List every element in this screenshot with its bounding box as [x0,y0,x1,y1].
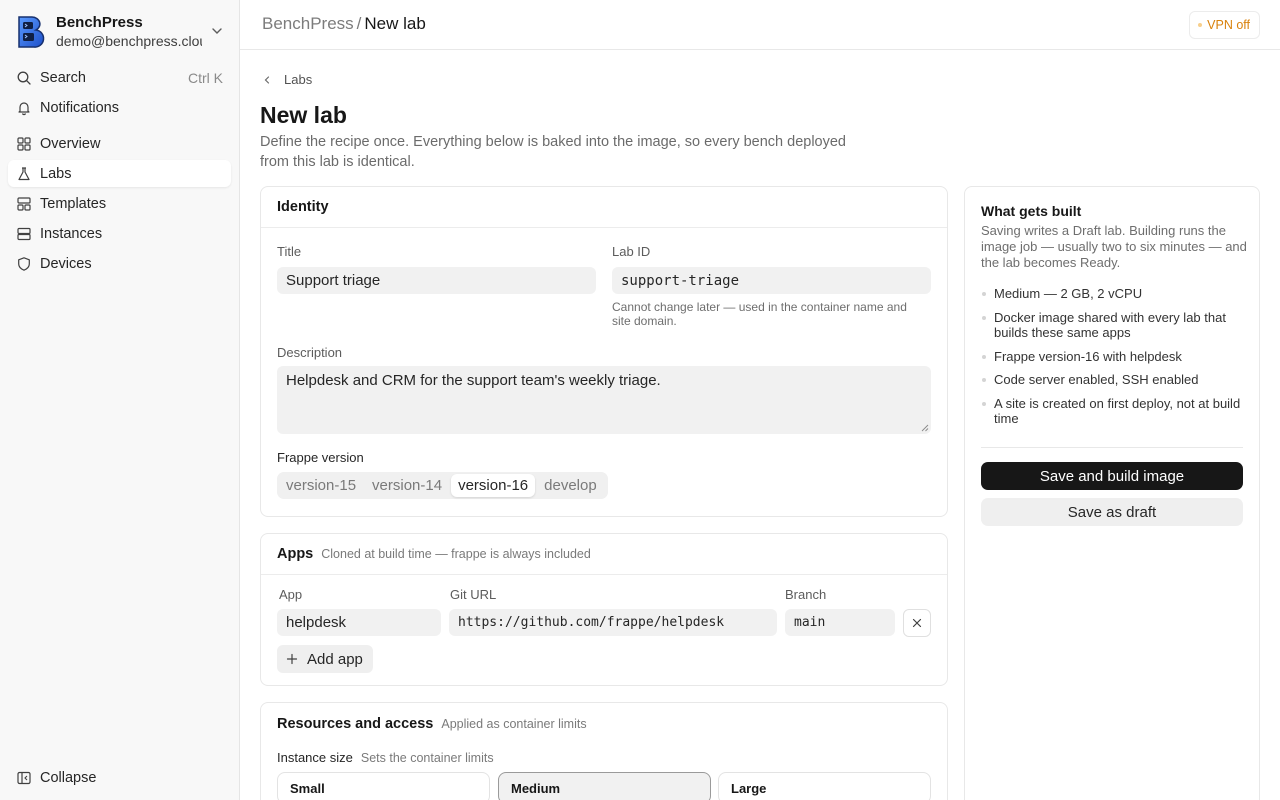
description-textarea[interactable]: Helpdesk and CRM for the support team's … [277,366,931,434]
remove-app-button[interactable] [903,609,931,637]
resources-card-header: Resources and access Applied as containe… [261,703,947,744]
title-field-label: Title [277,244,302,259]
page-description: Define the recipe once. Everything below… [260,134,846,170]
list-item: Medium — 2 GB, 2 vCPU [981,286,1247,302]
instance-size-label: Instance size [277,750,353,765]
frappe-version-option-15[interactable]: version-15 [279,474,363,497]
git-url-column-header: Git URL [450,587,497,602]
sidebar-item-devices[interactable]: Devices [8,250,231,277]
size-option-medium[interactable]: Medium [498,772,711,800]
add-app-button[interactable]: Add app [277,645,373,673]
instance-size-hint: Sets the container limits [360,751,494,765]
grid-icon [17,136,31,151]
templates-icon [17,196,31,211]
sidebar-item-label: Instances [40,225,103,242]
identity-card-title: Identity [277,199,329,215]
account-email: demo@benchpress.cloud [56,33,202,49]
sidebar-item-label: Search [40,69,86,86]
list-item: A site is created on first deploy, not a… [981,396,1247,427]
instance-size-heading: Instance size Sets the container limits [277,750,494,765]
close-icon [912,618,922,628]
lab-id-field-label: Lab ID [612,244,651,259]
app-name-input[interactable]: helpdesk [277,609,441,636]
frappe-version-selector: version-15 version-14 version-16 develop [277,472,608,499]
sidebar-item-notifications[interactable]: Notifications [8,94,231,121]
branch-input[interactable]: main [785,609,895,636]
build-summary-title: What gets built [981,203,1082,219]
sidebar-item-label: Notifications [40,99,119,116]
account-name: BenchPress [56,14,143,31]
collapse-sidebar-button[interactable]: Collapse [8,764,231,791]
list-item: Code server enabled, SSH enabled [981,372,1247,388]
resources-card-title: Resources and access [277,715,434,732]
frappe-version-label: Frappe version [277,450,364,465]
resize-handle-icon[interactable] [921,424,929,432]
resources-card-subtitle: Applied as container limits [441,716,587,731]
sidebar-item-label: Overview [40,135,101,152]
lab-id-input[interactable]: support-triage [612,267,931,294]
title-input[interactable]: Support triage [277,267,596,294]
sidebar-item-search[interactable]: Search Ctrl K [8,64,231,91]
save-and-build-button[interactable]: Save and build image [981,462,1243,490]
apps-card-header: Apps Cloned at build time — frappe is al… [261,534,947,575]
sidebar-item-instances[interactable]: Instances [8,220,231,247]
description-text: Helpdesk and CRM for the support team's … [286,372,661,389]
chevron-down-icon [212,28,222,34]
bell-icon [18,101,30,115]
vpn-status-dot [1198,23,1203,27]
identity-card-header: Identity [261,187,947,228]
sidebar-item-label: Labs [40,165,72,182]
sidebar-item-labs[interactable]: Labs [8,160,231,187]
breadcrumb-root[interactable]: BenchPress [262,14,354,33]
description-field-label: Description [277,345,343,360]
frappe-version-option-develop[interactable]: develop [537,474,604,497]
divider [981,447,1243,448]
flask-icon [18,166,30,180]
benchpress-logo-icon [18,16,45,48]
size-option-small[interactable]: Small [277,772,490,800]
build-summary-list: Medium — 2 GB, 2 vCPU Docker image share… [981,286,1247,435]
apps-card-subtitle: Cloned at build time — frappe is always … [321,547,591,561]
plus-icon [286,653,298,665]
save-as-draft-button[interactable]: Save as draft [981,498,1243,526]
sidebar: BenchPress demo@benchpress.cloud Search … [0,0,240,800]
sidebar-item-label: Templates [40,195,107,212]
size-option-large[interactable]: Large [718,772,931,800]
list-item: Docker image shared with every lab that … [981,310,1247,341]
server-icon [17,227,31,240]
lab-id-hint: Cannot change later — used in the contai… [612,300,907,328]
frappe-version-option-14[interactable]: version-14 [365,474,449,497]
top-bar: BenchPress / New lab VPN off [240,0,1280,50]
search-icon [17,71,31,85]
vpn-status-badge[interactable]: VPN off [1189,11,1260,39]
identity-card: Identity Title Support triage Lab ID sup… [260,186,948,517]
app-column-header: App [279,587,303,602]
resources-card: Resources and access Applied as containe… [260,702,948,800]
back-to-labs-link[interactable]: Labs [262,72,312,87]
frappe-version-option-16[interactable]: version-16 [451,474,536,497]
collapse-panel-icon [17,771,31,784]
apps-card: Apps Cloned at build time — frappe is al… [260,533,948,686]
apps-card-title: Apps [277,546,314,562]
sidebar-item-templates[interactable]: Templates [8,190,231,217]
search-shortcut: Ctrl K [188,69,223,86]
account-switcher[interactable]: BenchPress demo@benchpress.cloud [16,14,226,50]
page-title: New lab [260,102,347,128]
sidebar-item-label: Devices [40,255,92,272]
build-summary-description: Saving writes a Draft lab. Building runs… [981,223,1247,270]
back-link-label: Labs [284,72,313,87]
breadcrumb: BenchPress / New lab [262,14,426,34]
breadcrumb-current: New lab [364,14,426,33]
branch-column-header: Branch [785,587,827,602]
sidebar-item-overview[interactable]: Overview [8,130,231,157]
add-app-label: Add app [307,650,363,668]
git-url-input[interactable]: https://github.com/frappe/helpdesk [449,609,777,636]
vpn-status-label: VPN off [1207,18,1250,32]
list-item: Frappe version-16 with helpdesk [981,349,1247,365]
shield-icon [18,256,30,271]
chevron-left-icon [264,75,270,84]
breadcrumb-separator: / [356,14,362,33]
sidebar-item-label: Collapse [40,769,97,786]
build-summary-panel: What gets built Saving writes a Draft la… [964,186,1260,800]
